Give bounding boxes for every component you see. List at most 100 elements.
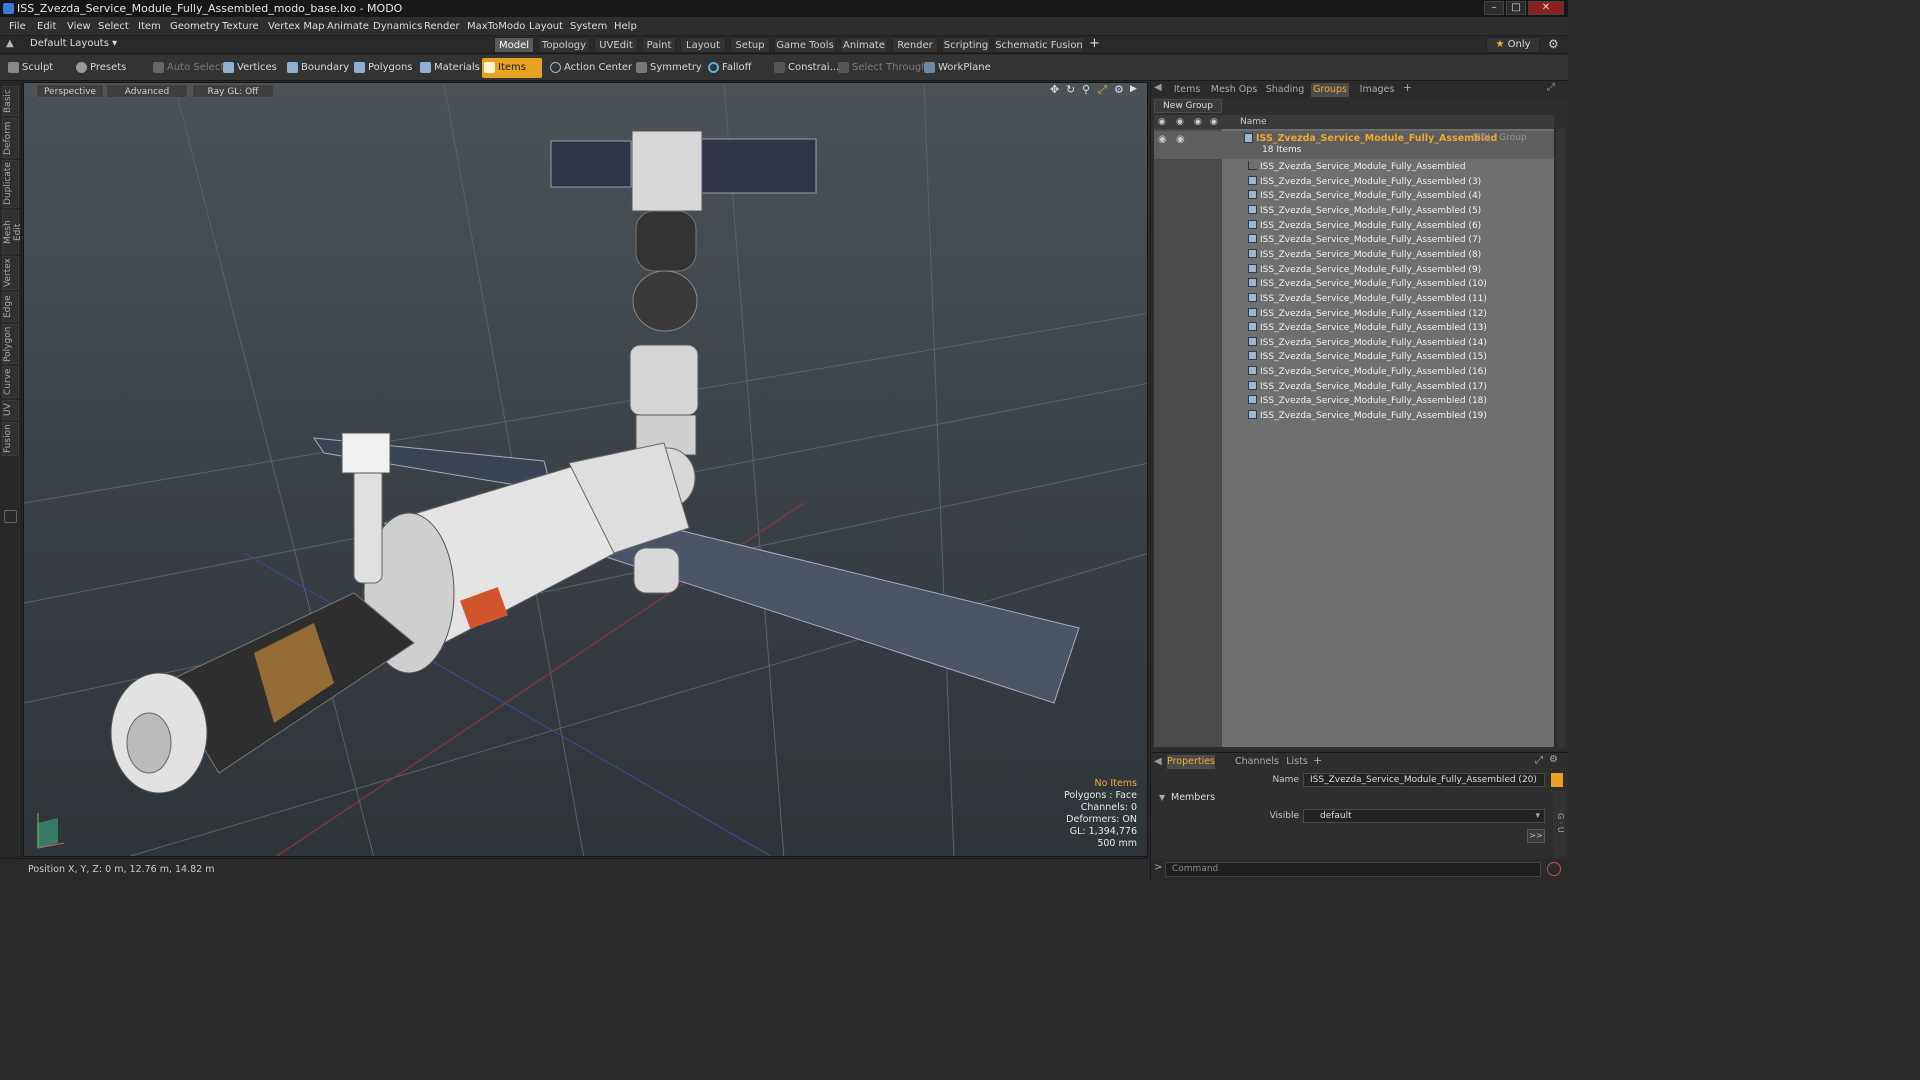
list-item[interactable]: ISS_Zvezda_Service_Module_Fully_Assemble…	[1222, 350, 1554, 365]
polygons-button[interactable]: Polygons	[352, 58, 413, 78]
visibility-col-icon[interactable]: ◉	[1158, 115, 1166, 129]
menu-texture[interactable]: Texture	[222, 17, 259, 36]
panel-tab-mesh-ops[interactable]: Mesh Ops	[1209, 83, 1259, 97]
members-expand-icon[interactable]: ▼	[1159, 793, 1165, 802]
layout-selector[interactable]: Default Layouts ▾	[30, 38, 117, 49]
list-item[interactable]: ISS_Zvezda_Service_Module_Fully_Assemble…	[1222, 219, 1554, 234]
list-item[interactable]: ISS_Zvezda_Service_Module_Fully_Assemble…	[1222, 160, 1554, 175]
panel-tab-images[interactable]: Images	[1355, 83, 1399, 97]
tab-setup[interactable]: Setup	[730, 37, 770, 53]
menu-geometry[interactable]: Geometry	[170, 17, 220, 36]
maximize-button[interactable]: □	[1506, 1, 1526, 15]
list-item[interactable]: ISS_Zvezda_Service_Module_Fully_Assemble…	[1222, 307, 1554, 322]
list-item[interactable]: ISS_Zvezda_Service_Module_Fully_Assemble…	[1222, 277, 1554, 292]
tab-game-tools[interactable]: Game Tools	[774, 37, 836, 53]
list-item[interactable]: ISS_Zvezda_Service_Module_Fully_Assemble…	[1222, 336, 1554, 351]
tool-tab-mesh-edit[interactable]: Mesh Edit	[2, 210, 23, 254]
raygl-button[interactable]: Ray GL: Off	[192, 84, 274, 98]
view-mode-button[interactable]: Perspective	[36, 84, 104, 98]
props-settings-icon[interactable]: ⚙	[1549, 754, 1558, 765]
panel-menu-icon[interactable]: ◀	[1154, 82, 1162, 93]
layout-arrow-icon[interactable]: ▲	[6, 38, 14, 49]
close-button[interactable]: ✕	[1528, 1, 1564, 15]
tool-tab-toggle[interactable]	[4, 510, 17, 523]
viewport-expand-icon[interactable]: ▶	[1130, 84, 1137, 94]
falloff-button[interactable]: Falloff	[706, 58, 766, 78]
tab-render[interactable]: Render	[892, 37, 938, 53]
tool-tab-edge[interactable]: Edge	[2, 292, 19, 322]
auto-select-button[interactable]: Auto Select	[151, 58, 224, 78]
maximize-view-icon[interactable]: ⤢	[1098, 83, 1107, 97]
viewport-settings-icon[interactable]: ⚙	[1114, 83, 1124, 96]
new-group-button[interactable]: New Group	[1154, 99, 1222, 113]
command-input[interactable]: Command	[1165, 862, 1541, 877]
tab-paint[interactable]: Paint	[642, 37, 676, 53]
menu-view[interactable]: View	[67, 17, 91, 36]
tab-topology[interactable]: Topology	[538, 37, 590, 53]
menu-vertex-map[interactable]: Vertex Map	[268, 17, 324, 36]
menu-edit[interactable]: Edit	[37, 17, 56, 36]
props-tab-lists[interactable]: Lists	[1283, 755, 1311, 769]
tool-tab-fusion[interactable]: Fusion	[2, 422, 19, 456]
group-eye-icon[interactable]: ◉	[1158, 134, 1167, 145]
list-scrollbar[interactable]	[1557, 129, 1565, 747]
constraints-button[interactable]: Constrai...	[772, 58, 839, 78]
props-tab-properties[interactable]: Properties	[1167, 755, 1215, 769]
menu-file[interactable]: File	[9, 17, 26, 36]
menu-system[interactable]: System	[570, 17, 607, 36]
menu-animate[interactable]: Animate	[327, 17, 369, 36]
tab-scripting[interactable]: Scripting	[942, 37, 990, 53]
rotate-view-icon[interactable]: ↻	[1066, 83, 1075, 96]
tool-tab-basic[interactable]: Basic	[2, 86, 19, 116]
more-button[interactable]: >>	[1527, 829, 1545, 843]
tab-model[interactable]: Model	[494, 37, 534, 53]
move-view-icon[interactable]: ✥	[1050, 83, 1059, 96]
render-col-icon[interactable]: ◉	[1176, 115, 1184, 129]
list-item[interactable]: ISS_Zvezda_Service_Module_Fully_Assemble…	[1222, 380, 1554, 395]
materials-button[interactable]: Materials	[418, 58, 480, 78]
props-menu-icon[interactable]: ◀	[1154, 756, 1162, 767]
list-item[interactable]: ISS_Zvezda_Service_Module_Fully_Assemble…	[1222, 365, 1554, 380]
command-history-icon[interactable]	[1547, 862, 1561, 876]
presets-button[interactable]: Presets	[74, 58, 140, 78]
name-column-header[interactable]: Name	[1240, 115, 1267, 129]
list-item[interactable]: ISS_Zvezda_Service_Module_Fully_Assemble…	[1222, 175, 1554, 190]
panel-expand-icon[interactable]: ⤢	[1547, 82, 1555, 93]
shading-mode-button[interactable]: Advanced	[106, 84, 188, 98]
minimize-button[interactable]: –	[1484, 1, 1504, 15]
list-item[interactable]: ISS_Zvezda_Service_Module_Fully_Assemble…	[1222, 263, 1554, 278]
boundary-button[interactable]: Boundary	[285, 58, 351, 78]
tool-tab-curve[interactable]: Curve	[2, 366, 19, 398]
list-item[interactable]: ISS_Zvezda_Service_Module_Fully_Assemble…	[1222, 321, 1554, 336]
lock-col-icon[interactable]: ◉	[1194, 115, 1202, 129]
list-item[interactable]: ISS_Zvezda_Service_Module_Fully_Assemble…	[1222, 409, 1554, 424]
panel-tab-shading[interactable]: Shading	[1263, 83, 1307, 97]
add-props-tab-icon[interactable]: +	[1313, 754, 1322, 767]
menu-render[interactable]: Render	[424, 17, 460, 36]
3d-viewport[interactable]: Perspective Advanced Ray GL: Off ✥ ↻ ⚲ ⤢…	[23, 82, 1148, 857]
list-item[interactable]: ISS_Zvezda_Service_Module_Fully_Assemble…	[1222, 292, 1554, 307]
menu-help[interactable]: Help	[614, 17, 637, 36]
panel-tab-groups[interactable]: Groups	[1311, 83, 1349, 97]
menu-item[interactable]: Item	[138, 17, 161, 36]
panel-tab-items[interactable]: Items	[1171, 83, 1203, 97]
list-item[interactable]: ISS_Zvezda_Service_Module_Fully_Assemble…	[1222, 204, 1554, 219]
tab-layout[interactable]: Layout	[680, 37, 726, 53]
tool-tab-deform[interactable]: Deform	[2, 118, 19, 158]
menu-maxtomodo[interactable]: MaxToModo	[467, 17, 525, 36]
menu-dynamics[interactable]: Dynamics	[373, 17, 422, 36]
list-item[interactable]: ISS_Zvezda_Service_Module_Fully_Assemble…	[1222, 189, 1554, 204]
props-expand-icon[interactable]: ⤢	[1535, 755, 1543, 766]
items-button[interactable]: Items	[482, 58, 542, 78]
color-swatch[interactable]	[1551, 773, 1563, 787]
tab-animate[interactable]: Animate	[840, 37, 888, 53]
zoom-view-icon[interactable]: ⚲	[1082, 83, 1090, 96]
symmetry-button[interactable]: Symmetry	[634, 58, 702, 78]
list-item[interactable]: ISS_Zvezda_Service_Module_Fully_Assemble…	[1222, 233, 1554, 248]
gear-icon[interactable]: ⚙	[1548, 37, 1559, 51]
add-tab-icon[interactable]: +	[1089, 36, 1100, 51]
sculpt-button[interactable]: Sculpt	[6, 58, 66, 78]
tool-tab-polygon[interactable]: Polygon	[2, 324, 19, 364]
tab-uvedit[interactable]: UVEdit	[594, 37, 638, 53]
action-center-button[interactable]: Action Center	[548, 58, 632, 78]
